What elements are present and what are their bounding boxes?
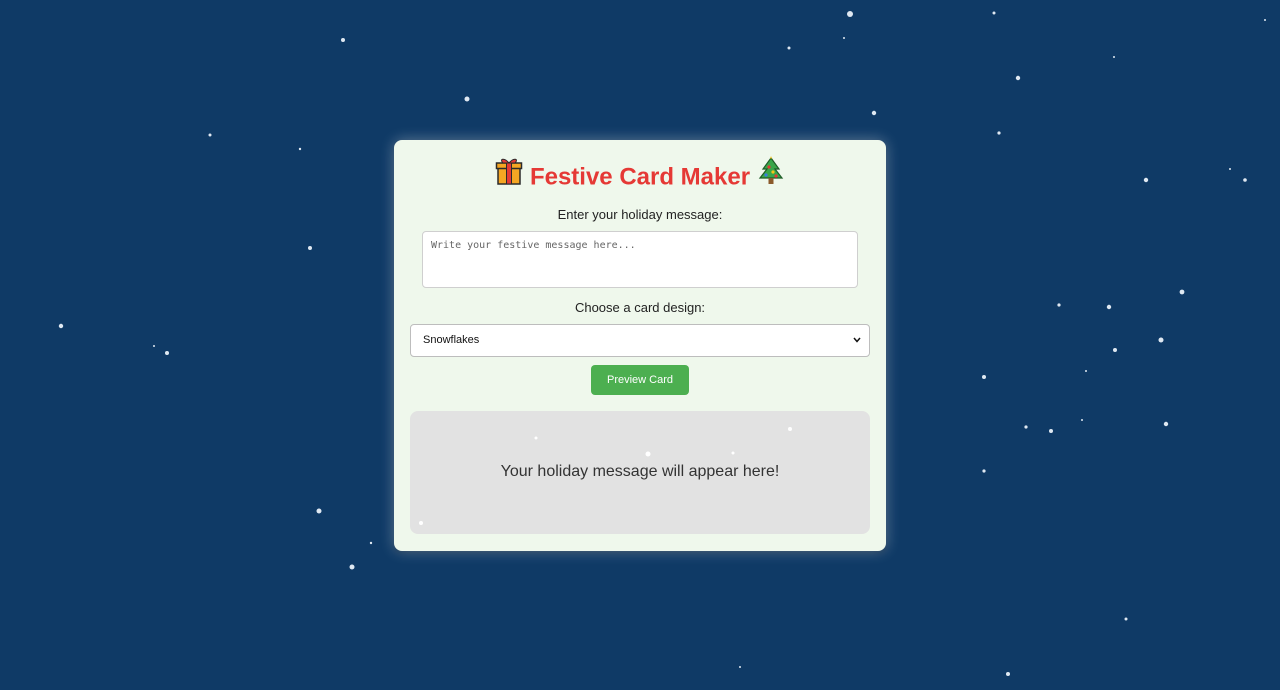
design-label: Choose a card design: — [574, 300, 706, 315]
message-label: Enter your holiday message: — [557, 207, 723, 222]
gift-icon — [495, 156, 523, 196]
preview-card-button[interactable]: Preview Card — [591, 365, 689, 395]
page-title: Festive Card Maker — [394, 156, 886, 192]
card-maker-panel: Festive Card Maker Enter your holiday me… — [394, 140, 886, 551]
design-select-value: Snowflakes — [423, 334, 480, 346]
chevron-down-icon — [851, 333, 863, 347]
christmas-tree-icon — [757, 156, 785, 196]
preview-message: Your holiday message will appear here! — [500, 463, 780, 480]
design-select[interactable]: Snowflakes — [410, 324, 870, 357]
message-input[interactable] — [422, 231, 858, 288]
title-text: Festive Card Maker — [529, 163, 751, 191]
card-preview: Your holiday message will appear here! — [410, 411, 870, 534]
